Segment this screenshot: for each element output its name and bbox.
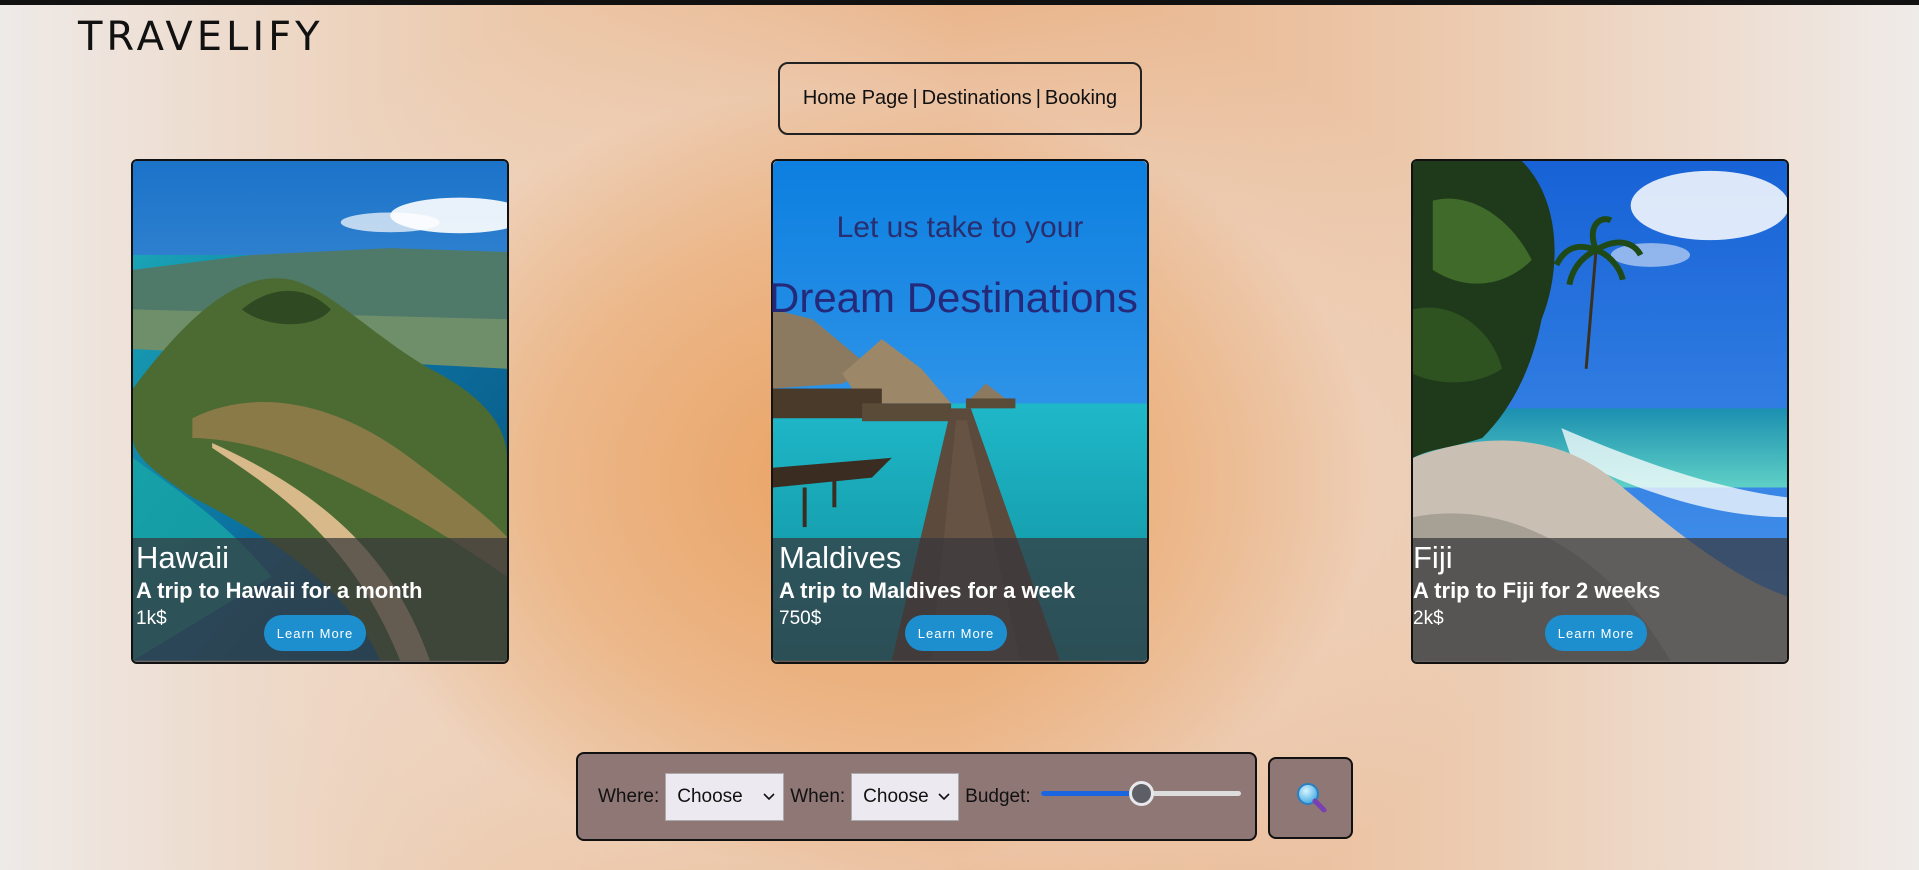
nav-home-link[interactable]: Home Page bbox=[803, 87, 909, 110]
card-title: Fiji bbox=[1413, 540, 1453, 575]
nav-destinations-link[interactable]: Destinations bbox=[922, 87, 1032, 110]
card-title: Hawaii bbox=[136, 540, 230, 575]
magnifier-icon bbox=[1296, 783, 1326, 813]
card-subtitle: A trip to Fiji for 2 weeks bbox=[1413, 578, 1661, 603]
chevron-down-icon bbox=[763, 792, 775, 800]
where-select-value: Choose bbox=[677, 785, 743, 807]
when-select-value: Choose bbox=[863, 785, 929, 807]
hero-headline: Dream Destinations bbox=[769, 274, 1138, 321]
card-info-overlay: Maldives A trip to Maldives for a week 7… bbox=[773, 538, 1147, 662]
destination-card-fiji: Fiji A trip to Fiji for 2 weeks 2k$ Lear… bbox=[1411, 159, 1789, 664]
card-price: 750$ bbox=[779, 608, 822, 629]
where-label: Where: bbox=[598, 785, 660, 807]
card-title: Maldives bbox=[779, 540, 902, 575]
when-label: When: bbox=[790, 785, 846, 807]
card-subtitle: A trip to Hawaii for a month bbox=[136, 578, 423, 603]
search-button[interactable] bbox=[1268, 757, 1353, 839]
destination-card-maldives: Maldives A trip to Maldives for a week 7… bbox=[769, 159, 1149, 664]
card-info-overlay: Fiji A trip to Fiji for 2 weeks 2k$ Lear… bbox=[1413, 538, 1787, 662]
brand-logo[interactable]: TRAVELIFY bbox=[78, 14, 324, 60]
budget-label: Budget: bbox=[965, 785, 1031, 807]
card-subtitle: A trip to Maldives for a week bbox=[779, 578, 1076, 603]
hero-tagline: Let us take to your bbox=[836, 211, 1084, 244]
search-bar: Where: Choose When: Choose Budget: bbox=[576, 752, 1257, 841]
card-price: 1k$ bbox=[136, 608, 167, 629]
when-select[interactable]: Choose bbox=[851, 772, 960, 821]
main-nav: Home Page | Destinations | Booking bbox=[778, 62, 1142, 135]
learn-more-button[interactable]: Learn More bbox=[1545, 615, 1647, 651]
card-info-overlay: Hawaii A trip to Hawaii for a month 1k$ … bbox=[133, 538, 507, 662]
top-border bbox=[0, 0, 1919, 5]
learn-more-button[interactable]: Learn More bbox=[264, 615, 366, 651]
budget-slider[interactable] bbox=[1040, 780, 1241, 806]
nav-separator: | bbox=[912, 87, 918, 109]
slider-fill bbox=[1040, 790, 1141, 796]
nav-booking-link[interactable]: Booking bbox=[1045, 87, 1117, 110]
learn-more-button[interactable]: Learn More bbox=[905, 615, 1007, 651]
destination-card-hawaii: Hawaii A trip to Hawaii for a month 1k$ … bbox=[131, 159, 509, 664]
slider-thumb[interactable] bbox=[1128, 780, 1154, 806]
where-select[interactable]: Choose bbox=[665, 772, 785, 821]
chevron-down-icon bbox=[938, 792, 950, 800]
card-price: 2k$ bbox=[1413, 608, 1444, 629]
nav-separator: | bbox=[1035, 87, 1041, 109]
